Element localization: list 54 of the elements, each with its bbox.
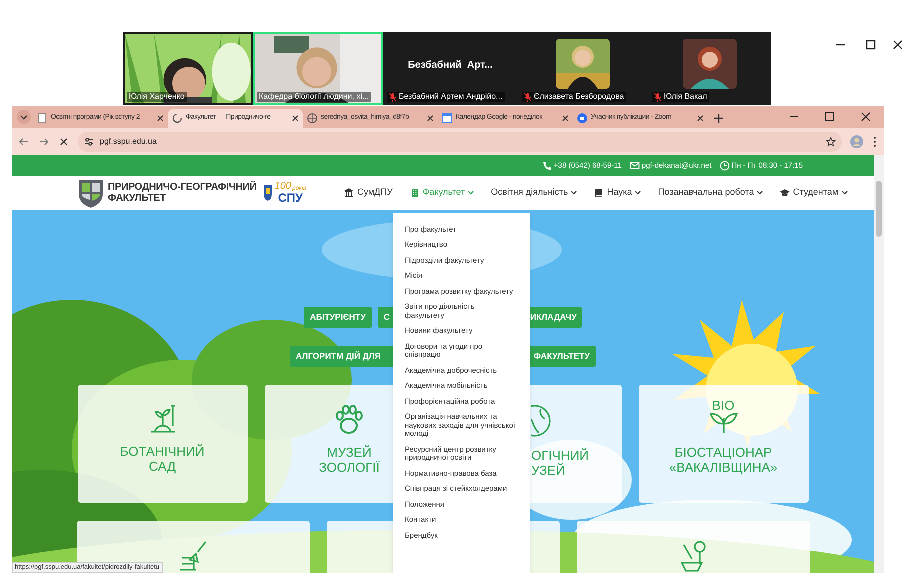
participant-name: Юлія Харченко bbox=[129, 92, 185, 102]
graduation-cap-icon bbox=[780, 188, 790, 198]
forward-arrow-icon[interactable] bbox=[38, 136, 50, 148]
calendar-icon bbox=[442, 113, 453, 124]
card-title: БІОСТАЦІОНАР «ВАКАЛІВЩИНА» bbox=[669, 445, 778, 475]
seedling-icon bbox=[150, 405, 176, 433]
nav-item[interactable]: Позанавчальна робота bbox=[658, 186, 764, 200]
video-tile[interactable]: Юлія Харченко bbox=[123, 32, 253, 105]
star-icon[interactable] bbox=[826, 136, 836, 146]
faculty-emblem-icon[interactable] bbox=[78, 178, 104, 208]
close-icon[interactable] bbox=[292, 115, 299, 122]
trowel-bricks-icon bbox=[179, 541, 207, 571]
clock-icon bbox=[720, 160, 730, 170]
bank-icon bbox=[344, 188, 354, 198]
participant-name: Безбабний Артем Андрійо... bbox=[399, 92, 503, 102]
paw-icon bbox=[336, 405, 363, 434]
card-title: БОТАНІЧНИЙ САД bbox=[120, 444, 205, 474]
nav-item[interactable]: Освітня діяльність bbox=[491, 186, 578, 200]
menu-icon[interactable] bbox=[872, 136, 878, 148]
email-icon bbox=[630, 160, 640, 170]
phone-icon bbox=[542, 160, 552, 170]
leaves-icon bbox=[710, 413, 738, 434]
close-icon[interactable] bbox=[157, 115, 164, 122]
site-info-icon[interactable] bbox=[84, 136, 94, 146]
back-arrow-icon[interactable] bbox=[18, 136, 30, 148]
spinner-icon bbox=[172, 113, 183, 124]
close-icon[interactable] bbox=[427, 115, 434, 122]
flower-shovel-icon bbox=[680, 541, 706, 572]
video-camera-icon bbox=[577, 113, 588, 124]
nav-item[interactable]: СумДПУ bbox=[344, 186, 393, 200]
tab-list-icon[interactable] bbox=[16, 109, 32, 125]
globe-icon bbox=[307, 113, 318, 124]
document-icon bbox=[37, 113, 48, 124]
close-icon[interactable] bbox=[562, 115, 569, 122]
address-bar[interactable]: pgf.sspu.edu.ua bbox=[78, 132, 842, 152]
card-label: BIO bbox=[712, 399, 735, 412]
scrollbar-thumb[interactable] bbox=[876, 181, 882, 237]
building-icon bbox=[410, 188, 420, 198]
scrollbar[interactable] bbox=[874, 155, 884, 573]
nav-item[interactable]: Наука bbox=[594, 186, 642, 200]
crest-icon bbox=[262, 184, 273, 202]
close-icon[interactable] bbox=[697, 115, 704, 122]
stop-loading-icon[interactable] bbox=[58, 136, 70, 148]
globe-icon bbox=[530, 405, 550, 437]
participant-name: Кафедра біології людини, хі... bbox=[259, 92, 370, 102]
faculty-name[interactable]: ПРИРОДНИЧО-ГЕОГРАФІЧНИЙ ФАКУЛЬТЕТ bbox=[108, 182, 257, 204]
video-tile[interactable]: Кафедра біології людини, хі... bbox=[253, 32, 383, 105]
card-title: МУЗЕЙ ЗООЛОГІЇ bbox=[319, 445, 380, 475]
card-title: ОГІЧНИЙ УЗЕЙ bbox=[532, 448, 590, 478]
participant-name: Єлизавета Безбородова bbox=[534, 92, 624, 102]
nav-item[interactable]: Студентам bbox=[780, 186, 848, 200]
book-icon bbox=[594, 188, 604, 198]
participant-name: Юлія Вакал bbox=[664, 92, 708, 102]
participant-name: Безбабний Арт... bbox=[408, 59, 493, 73]
